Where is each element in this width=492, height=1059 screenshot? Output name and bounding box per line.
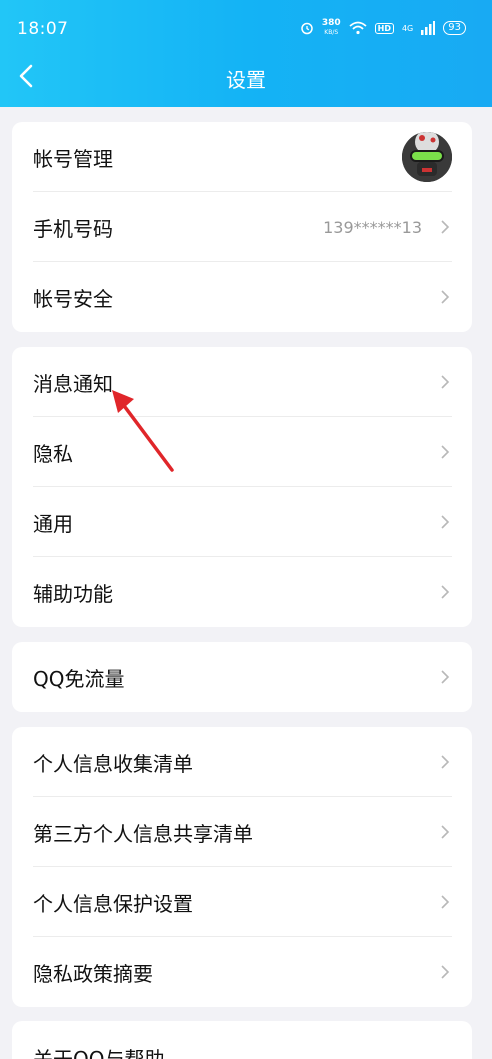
chevron-right-icon <box>441 895 450 909</box>
battery-indicator: 93 <box>443 21 466 35</box>
chevron-right-icon <box>441 375 450 389</box>
status-icons: 380 KB/S HD 4G 93 <box>300 19 466 37</box>
settings-item-third-party-sharing[interactable]: 第三方个人信息共享清单 <box>12 797 472 867</box>
settings-item-label: 辅助功能 <box>33 581 113 606</box>
chevron-right-icon <box>441 825 450 839</box>
chevron-right-icon <box>441 755 450 769</box>
settings-item-label: 关于QQ与帮助 <box>33 1047 165 1059</box>
chevron-right-icon <box>441 585 450 599</box>
settings-item-label: 第三方个人信息共享清单 <box>33 821 253 846</box>
account-group: 帐号管理 手机号码 139******13 帐号安全 <box>12 122 472 332</box>
signal-icon <box>421 21 436 35</box>
settings-item-personal-info-protection[interactable]: 个人信息保护设置 <box>12 867 472 937</box>
page-title: 设置 <box>226 68 266 92</box>
hd-badge: HD <box>374 22 394 34</box>
settings-item-qq-free-data[interactable]: QQ免流量 <box>12 642 472 712</box>
chevron-right-icon <box>441 515 450 529</box>
general-group: 消息通知 隐私 通用 辅助功能 <box>12 347 472 627</box>
settings-item-notifications[interactable]: 消息通知 <box>12 347 472 417</box>
about-group: 关于QQ与帮助 <box>12 1021 472 1059</box>
settings-item-label: 通用 <box>33 511 73 536</box>
avatar-image <box>402 132 452 182</box>
settings-item-label: 帐号管理 <box>33 146 113 171</box>
chevron-right-icon <box>441 965 450 979</box>
settings-item-label: 个人信息保护设置 <box>33 891 193 916</box>
settings-item-label: 隐私 <box>33 441 73 466</box>
header: 18:07 380 KB/S HD 4G 93 设置 <box>0 0 492 107</box>
phone-number-value: 139******13 <box>323 217 422 237</box>
settings-item-label: 手机号码 <box>33 216 113 241</box>
chevron-right-icon <box>441 670 450 684</box>
settings-item-accessibility[interactable]: 辅助功能 <box>12 557 472 627</box>
settings-item-privacy-policy-summary[interactable]: 隐私政策摘要 <box>12 937 472 1007</box>
chevron-right-icon <box>441 290 450 304</box>
settings-item-label: 个人信息收集清单 <box>33 751 193 776</box>
settings-item-label: 消息通知 <box>33 371 113 396</box>
settings-item-label: 隐私政策摘要 <box>33 961 153 986</box>
status-time: 18:07 <box>17 19 69 39</box>
settings-item-account-security[interactable]: 帐号安全 <box>12 262 472 332</box>
chevron-right-icon <box>441 220 450 234</box>
status-bar: 18:07 380 KB/S HD 4G 93 <box>0 0 492 60</box>
settings-item-account-management[interactable]: 帐号管理 <box>12 122 472 192</box>
network-speed: 380 KB/S <box>321 18 341 37</box>
personal-info-group: 个人信息收集清单 第三方个人信息共享清单 个人信息保护设置 隐私政策摘要 <box>12 727 472 1007</box>
settings-item-personal-info-list[interactable]: 个人信息收集清单 <box>12 727 472 797</box>
settings-item-phone-number[interactable]: 手机号码 139******13 <box>12 192 472 262</box>
settings-item-label: QQ免流量 <box>33 666 125 691</box>
alarm-icon <box>301 22 313 35</box>
settings-item-about-help[interactable]: 关于QQ与帮助 <box>12 1021 472 1059</box>
settings-item-privacy[interactable]: 隐私 <box>12 417 472 487</box>
chevron-right-icon <box>441 445 450 459</box>
wifi-icon <box>349 21 367 35</box>
settings-item-general[interactable]: 通用 <box>12 487 472 557</box>
avatar[interactable] <box>402 132 452 182</box>
signal-type: 4G <box>401 23 414 33</box>
settings-item-label: 帐号安全 <box>33 286 113 311</box>
data-free-group: QQ免流量 <box>12 642 472 712</box>
